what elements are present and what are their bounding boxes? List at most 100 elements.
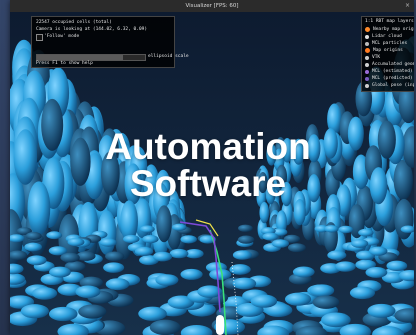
legend-dot-icon xyxy=(365,34,369,39)
occupancy-ellipsoid xyxy=(60,252,80,263)
occupancy-ellipsoid xyxy=(105,278,130,291)
legend-item[interactable]: MCL (predicted) xyxy=(365,76,413,81)
legend-item[interactable]: VTK xyxy=(365,55,380,60)
occupancy-ellipsoid xyxy=(309,284,335,297)
occupancy-ellipsoid xyxy=(232,277,257,290)
occupancy-ellipsoid xyxy=(238,224,253,232)
overlay-line-1: Automation xyxy=(105,126,311,167)
occupancy-ellipsoid xyxy=(232,250,252,260)
occupancy-ellipsoid xyxy=(324,225,339,233)
occupancy-ellipsoid xyxy=(134,246,154,256)
occupancy-ellipsoid xyxy=(46,231,63,240)
occupancy-ellipsoid xyxy=(237,235,255,244)
occupancy-ellipsoid xyxy=(358,228,374,237)
legend-dot-icon xyxy=(365,69,369,74)
legend-item[interactable]: Global pose (input) xyxy=(365,83,414,88)
legend-item-label: Lidar cloud xyxy=(372,34,402,39)
legend-item-label: MCL (predicted) xyxy=(372,76,413,81)
legend-item[interactable]: MCL particles xyxy=(365,41,407,46)
overlay-title: Automation Software xyxy=(0,128,416,202)
legend-dot-icon xyxy=(365,83,369,88)
close-icon[interactable]: × xyxy=(405,0,410,12)
occupancy-ellipsoid xyxy=(369,246,388,256)
occupancy-ellipsoid xyxy=(287,243,306,253)
occupancy-ellipsoid xyxy=(292,266,315,278)
occupancy-ellipsoid xyxy=(334,261,356,272)
legend-item-label: Map origins xyxy=(373,48,403,53)
occupancy-ellipsoid xyxy=(123,234,140,244)
occupancy-ellipsoid xyxy=(139,225,155,233)
occupancy-ellipsoid xyxy=(349,286,376,300)
occupancy-ellipsoid xyxy=(262,232,279,241)
occupancy-ellipsoid xyxy=(180,235,197,244)
occupancy-ellipsoid xyxy=(367,303,396,318)
occupancy-ellipsoid xyxy=(67,237,85,247)
ellipsoid-scale-slider[interactable] xyxy=(36,54,146,61)
occupancy-ellipsoid xyxy=(26,255,47,266)
legend-dot-icon xyxy=(365,48,370,53)
legend-panel: 1:1 RBT map layers Nearby map origins Lid… xyxy=(361,16,414,92)
occupancy-ellipsoid xyxy=(152,251,173,262)
occupancy-ellipsoid xyxy=(49,266,71,278)
occupancy-ellipsoid xyxy=(250,294,278,308)
legend-item[interactable]: Map origins xyxy=(365,48,403,53)
occupancy-ellipsoid xyxy=(78,304,107,319)
occupancy-ellipsoid xyxy=(75,285,101,298)
occupancy-ellipsoid xyxy=(172,223,187,231)
occupancy-ellipsoid xyxy=(105,251,125,262)
occupancy-ellipsoid xyxy=(99,238,117,247)
legend-dot-icon xyxy=(365,76,369,81)
occupancy-ellipsoid xyxy=(24,242,42,252)
robot-marker xyxy=(216,315,224,335)
occupancy-ellipsoid xyxy=(284,292,312,306)
occupied-cells-text: 22547 occupied cells (total) xyxy=(36,20,112,25)
occupancy-ellipsoid xyxy=(103,262,125,273)
follow-mode-label: 'Follow' mode xyxy=(44,34,80,39)
overlay-line-2: Software xyxy=(129,163,287,204)
occupancy-ellipsoid xyxy=(338,225,354,234)
legend-item-label: Accumulated geometry xyxy=(372,62,414,67)
occupancy-ellipsoid xyxy=(149,319,181,335)
legend-item-label: Nearby map origins xyxy=(373,27,414,32)
occupancy-ellipsoid xyxy=(142,234,159,244)
legend-item[interactable]: Nearby map origins xyxy=(365,27,414,32)
occupancy-ellipsoid xyxy=(386,260,408,272)
occupancy-ellipsoid xyxy=(20,304,49,319)
occupancy-ellipsoid xyxy=(365,266,388,278)
occupancy-ellipsoid xyxy=(156,205,172,243)
slider-fill xyxy=(37,55,124,60)
occupancy-ellipsoid xyxy=(351,239,369,248)
window-title: Visualizer [FPS: 60] xyxy=(185,3,239,9)
occupancy-ellipsoid xyxy=(25,232,42,240)
legend-item[interactable]: Lidar cloud xyxy=(365,34,402,39)
occupancy-ellipsoid xyxy=(48,306,78,322)
legend-item[interactable]: Accumulated geometry xyxy=(365,62,414,67)
legend-dot-icon xyxy=(365,27,370,32)
occupancy-ellipsoid xyxy=(31,287,58,300)
legend-dot-icon xyxy=(365,62,369,67)
legend-item-label: MCL particles xyxy=(372,41,408,46)
slider-label: ellipsoid scale xyxy=(148,54,189,59)
occupancy-ellipsoid xyxy=(321,312,351,328)
occupancy-ellipsoid xyxy=(138,306,167,321)
window-titlebar[interactable]: Visualizer [FPS: 60] × xyxy=(10,0,414,12)
info-panel: 22547 occupied cells (total) Camera is l… xyxy=(31,16,189,68)
occupancy-ellipsoid xyxy=(293,198,306,226)
occupancy-ellipsoid xyxy=(155,274,179,286)
help-text: Press F1 to show help xyxy=(36,61,93,66)
legend-item[interactable]: MCL (estimated) xyxy=(365,69,413,74)
legend-title: 1:1 RBT map layers xyxy=(365,19,414,24)
camera-position-text: Camera is looking at (144.02, 6.32, 0.09… xyxy=(36,27,148,32)
occupancy-ellipsoid xyxy=(312,295,340,309)
legend-item-label: MCL (estimated) xyxy=(372,69,413,74)
occupancy-ellipsoid xyxy=(169,248,189,259)
legend-dot-icon xyxy=(365,55,369,60)
legend-item-label: Global pose (input) xyxy=(372,83,414,88)
legend-dot-icon xyxy=(365,41,369,46)
occupancy-ellipsoid xyxy=(180,268,203,280)
occupancy-ellipsoid xyxy=(271,239,290,248)
follow-mode-checkbox[interactable] xyxy=(36,34,43,41)
occupancy-ellipsoid xyxy=(394,198,414,240)
occupancy-ellipsoid xyxy=(327,250,347,260)
legend-item-label: VTK xyxy=(372,55,381,60)
